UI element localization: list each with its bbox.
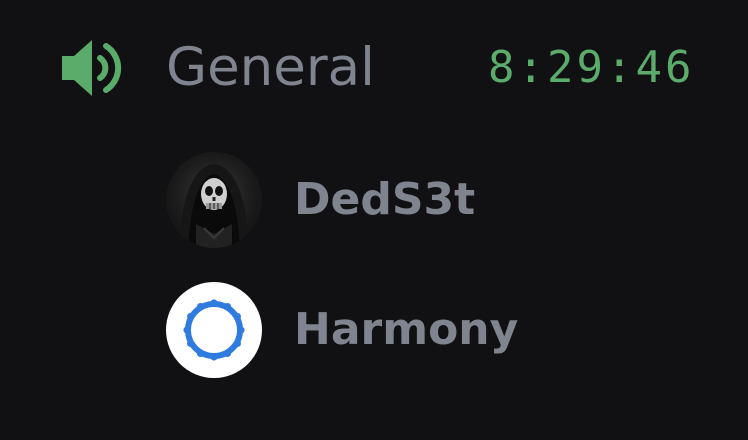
participant-row[interactable]: DedS3t [0, 146, 748, 256]
elapsed-timer: 8:29:46 [488, 42, 695, 93]
voice-channel-panel: General 8:29:46 DedS3t Harmony [0, 0, 748, 440]
participant-name: Harmony [294, 304, 519, 355]
speaker-icon [62, 40, 122, 96]
channel-name: General [166, 37, 375, 98]
hooded-skull-avatar[interactable] [166, 152, 262, 248]
voice-channel-row[interactable]: General 8:29:46 [0, 0, 748, 136]
hooded-skull-icon [180, 164, 248, 248]
blue-ring-icon [183, 299, 245, 361]
blue-ring-avatar[interactable] [166, 282, 262, 378]
participant-name: DedS3t [294, 174, 476, 225]
participant-row[interactable]: Harmony [0, 276, 748, 386]
